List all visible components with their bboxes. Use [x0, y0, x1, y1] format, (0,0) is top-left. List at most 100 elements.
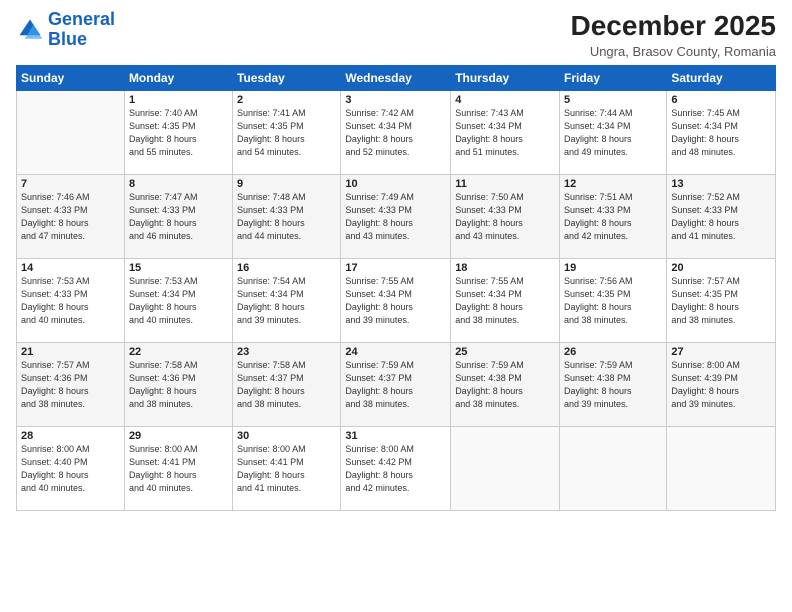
- day-info: Sunrise: 7:54 AMSunset: 4:34 PMDaylight:…: [237, 275, 336, 327]
- day-number: 28: [21, 430, 120, 442]
- calendar-cell: 30 Sunrise: 8:00 AMSunset: 4:41 PMDaylig…: [233, 427, 341, 511]
- day-info: Sunrise: 7:43 AMSunset: 4:34 PMDaylight:…: [455, 107, 555, 159]
- day-number: 21: [21, 346, 120, 358]
- day-number: 31: [345, 430, 446, 442]
- day-info: Sunrise: 7:41 AMSunset: 4:35 PMDaylight:…: [237, 107, 336, 159]
- calendar-cell: 18 Sunrise: 7:55 AMSunset: 4:34 PMDaylig…: [451, 259, 560, 343]
- calendar-cell: 2 Sunrise: 7:41 AMSunset: 4:35 PMDayligh…: [233, 91, 341, 175]
- title-block: December 2025 Ungra, Brasov County, Roma…: [571, 10, 776, 59]
- calendar-cell: [451, 427, 560, 511]
- day-number: 25: [455, 346, 555, 358]
- day-number: 6: [671, 94, 771, 106]
- header: General Blue December 2025 Ungra, Brasov…: [16, 10, 776, 59]
- calendar-cell: 26 Sunrise: 7:59 AMSunset: 4:38 PMDaylig…: [560, 343, 667, 427]
- calendar-cell: 19 Sunrise: 7:56 AMSunset: 4:35 PMDaylig…: [560, 259, 667, 343]
- calendar-cell: 29 Sunrise: 8:00 AMSunset: 4:41 PMDaylig…: [124, 427, 232, 511]
- day-info: Sunrise: 7:58 AMSunset: 4:37 PMDaylight:…: [237, 359, 336, 411]
- calendar-cell: 4 Sunrise: 7:43 AMSunset: 4:34 PMDayligh…: [451, 91, 560, 175]
- day-number: 5: [564, 94, 662, 106]
- day-number: 14: [21, 262, 120, 274]
- day-info: Sunrise: 7:53 AMSunset: 4:34 PMDaylight:…: [129, 275, 228, 327]
- calendar-table: Sunday Monday Tuesday Wednesday Thursday…: [16, 65, 776, 511]
- day-info: Sunrise: 8:00 AMSunset: 4:42 PMDaylight:…: [345, 443, 446, 495]
- day-info: Sunrise: 7:55 AMSunset: 4:34 PMDaylight:…: [345, 275, 446, 327]
- day-number: 26: [564, 346, 662, 358]
- day-info: Sunrise: 8:00 AMSunset: 4:40 PMDaylight:…: [21, 443, 120, 495]
- day-info: Sunrise: 7:46 AMSunset: 4:33 PMDaylight:…: [21, 191, 120, 243]
- day-number: 18: [455, 262, 555, 274]
- calendar-cell: 24 Sunrise: 7:59 AMSunset: 4:37 PMDaylig…: [341, 343, 451, 427]
- day-number: 11: [455, 178, 555, 190]
- day-number: 2: [237, 94, 336, 106]
- calendar-cell: 20 Sunrise: 7:57 AMSunset: 4:35 PMDaylig…: [667, 259, 776, 343]
- calendar-cell: 10 Sunrise: 7:49 AMSunset: 4:33 PMDaylig…: [341, 175, 451, 259]
- header-sunday: Sunday: [17, 66, 125, 91]
- page: General Blue December 2025 Ungra, Brasov…: [0, 0, 792, 612]
- calendar-cell: 15 Sunrise: 7:53 AMSunset: 4:34 PMDaylig…: [124, 259, 232, 343]
- calendar-cell: 11 Sunrise: 7:50 AMSunset: 4:33 PMDaylig…: [451, 175, 560, 259]
- calendar-cell: 1 Sunrise: 7:40 AMSunset: 4:35 PMDayligh…: [124, 91, 232, 175]
- day-info: Sunrise: 7:49 AMSunset: 4:33 PMDaylight:…: [345, 191, 446, 243]
- calendar-cell: 17 Sunrise: 7:55 AMSunset: 4:34 PMDaylig…: [341, 259, 451, 343]
- day-number: 9: [237, 178, 336, 190]
- header-tuesday: Tuesday: [233, 66, 341, 91]
- calendar-cell: 6 Sunrise: 7:45 AMSunset: 4:34 PMDayligh…: [667, 91, 776, 175]
- day-info: Sunrise: 7:57 AMSunset: 4:35 PMDaylight:…: [671, 275, 771, 327]
- day-info: Sunrise: 7:48 AMSunset: 4:33 PMDaylight:…: [237, 191, 336, 243]
- day-number: 30: [237, 430, 336, 442]
- logo-line2: Blue: [48, 29, 87, 49]
- location-title: Ungra, Brasov County, Romania: [571, 44, 776, 59]
- calendar-cell: 23 Sunrise: 7:58 AMSunset: 4:37 PMDaylig…: [233, 343, 341, 427]
- day-number: 1: [129, 94, 228, 106]
- calendar-cell: 25 Sunrise: 7:59 AMSunset: 4:38 PMDaylig…: [451, 343, 560, 427]
- calendar-cell: 27 Sunrise: 8:00 AMSunset: 4:39 PMDaylig…: [667, 343, 776, 427]
- calendar-header-row: Sunday Monday Tuesday Wednesday Thursday…: [17, 66, 776, 91]
- day-number: 22: [129, 346, 228, 358]
- day-info: Sunrise: 7:59 AMSunset: 4:38 PMDaylight:…: [455, 359, 555, 411]
- calendar-cell: 31 Sunrise: 8:00 AMSunset: 4:42 PMDaylig…: [341, 427, 451, 511]
- day-info: Sunrise: 7:55 AMSunset: 4:34 PMDaylight:…: [455, 275, 555, 327]
- day-info: Sunrise: 7:51 AMSunset: 4:33 PMDaylight:…: [564, 191, 662, 243]
- header-wednesday: Wednesday: [341, 66, 451, 91]
- calendar-cell: 9 Sunrise: 7:48 AMSunset: 4:33 PMDayligh…: [233, 175, 341, 259]
- logo-text: General Blue: [48, 10, 115, 50]
- calendar-cell: 22 Sunrise: 7:58 AMSunset: 4:36 PMDaylig…: [124, 343, 232, 427]
- month-title: December 2025: [571, 10, 776, 42]
- day-number: 15: [129, 262, 228, 274]
- day-info: Sunrise: 7:57 AMSunset: 4:36 PMDaylight:…: [21, 359, 120, 411]
- logo-icon: [16, 16, 44, 44]
- calendar-cell: 21 Sunrise: 7:57 AMSunset: 4:36 PMDaylig…: [17, 343, 125, 427]
- calendar-cell: [17, 91, 125, 175]
- calendar-cell: 12 Sunrise: 7:51 AMSunset: 4:33 PMDaylig…: [560, 175, 667, 259]
- calendar-cell: 13 Sunrise: 7:52 AMSunset: 4:33 PMDaylig…: [667, 175, 776, 259]
- header-friday: Friday: [560, 66, 667, 91]
- day-number: 4: [455, 94, 555, 106]
- day-info: Sunrise: 7:47 AMSunset: 4:33 PMDaylight:…: [129, 191, 228, 243]
- day-info: Sunrise: 7:52 AMSunset: 4:33 PMDaylight:…: [671, 191, 771, 243]
- calendar-cell: 14 Sunrise: 7:53 AMSunset: 4:33 PMDaylig…: [17, 259, 125, 343]
- day-number: 10: [345, 178, 446, 190]
- day-info: Sunrise: 8:00 AMSunset: 4:41 PMDaylight:…: [237, 443, 336, 495]
- calendar-cell: [560, 427, 667, 511]
- day-info: Sunrise: 7:45 AMSunset: 4:34 PMDaylight:…: [671, 107, 771, 159]
- day-number: 20: [671, 262, 771, 274]
- day-number: 24: [345, 346, 446, 358]
- day-info: Sunrise: 7:56 AMSunset: 4:35 PMDaylight:…: [564, 275, 662, 327]
- day-number: 3: [345, 94, 446, 106]
- day-number: 27: [671, 346, 771, 358]
- day-number: 12: [564, 178, 662, 190]
- day-info: Sunrise: 7:44 AMSunset: 4:34 PMDaylight:…: [564, 107, 662, 159]
- day-info: Sunrise: 7:59 AMSunset: 4:37 PMDaylight:…: [345, 359, 446, 411]
- day-number: 19: [564, 262, 662, 274]
- day-info: Sunrise: 7:42 AMSunset: 4:34 PMDaylight:…: [345, 107, 446, 159]
- calendar-cell: 28 Sunrise: 8:00 AMSunset: 4:40 PMDaylig…: [17, 427, 125, 511]
- logo-line1: General: [48, 9, 115, 29]
- header-monday: Monday: [124, 66, 232, 91]
- calendar-cell: 7 Sunrise: 7:46 AMSunset: 4:33 PMDayligh…: [17, 175, 125, 259]
- day-number: 17: [345, 262, 446, 274]
- day-number: 29: [129, 430, 228, 442]
- day-number: 23: [237, 346, 336, 358]
- day-number: 7: [21, 178, 120, 190]
- day-number: 13: [671, 178, 771, 190]
- calendar-cell: 8 Sunrise: 7:47 AMSunset: 4:33 PMDayligh…: [124, 175, 232, 259]
